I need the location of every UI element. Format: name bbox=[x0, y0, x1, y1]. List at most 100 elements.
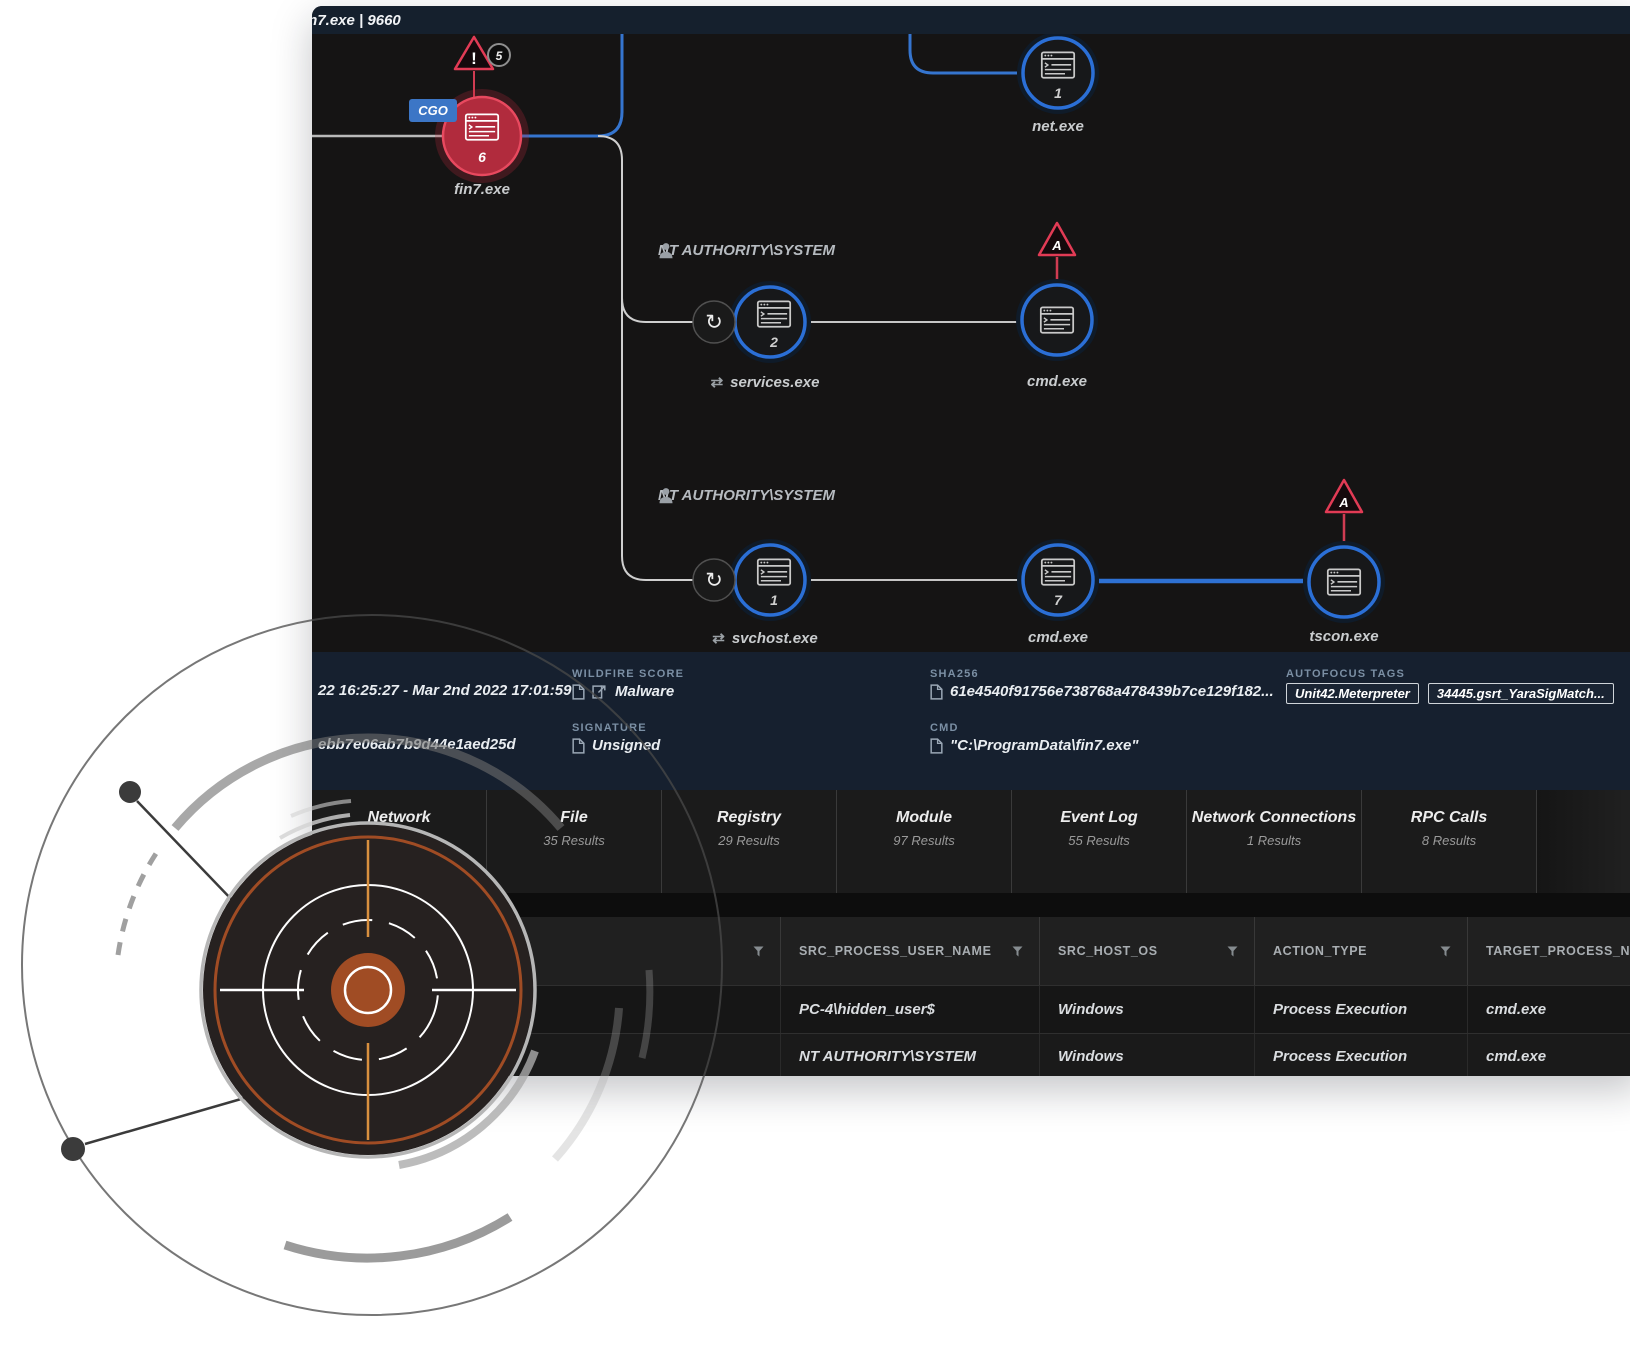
node-label-svchost: ⇄svchost.exe bbox=[712, 629, 817, 647]
cell bbox=[312, 986, 781, 1033]
node-label-services: ⇄services.exe bbox=[711, 373, 820, 391]
cell-target-process-name: cmd.exe bbox=[1468, 1034, 1630, 1076]
user-icon bbox=[658, 242, 674, 259]
wildfire-score-value: Malware bbox=[572, 683, 674, 700]
node-label-fin7: fin7.exe bbox=[454, 181, 510, 198]
signature-value: Unsigned bbox=[572, 737, 660, 754]
tab-event-log[interactable]: Event Log55 Results bbox=[1012, 790, 1187, 893]
process-title: fin7.exe | 9660 bbox=[312, 12, 401, 29]
cmd-value: "C:\ProgramData\fin7.exe" bbox=[930, 737, 1138, 754]
edge-trunk bbox=[598, 136, 694, 580]
cell-src-host-os: Windows bbox=[1040, 986, 1255, 1033]
user-icon bbox=[658, 487, 674, 504]
autofocus-tag[interactable]: Unit42.Meterpreter bbox=[1286, 683, 1419, 704]
alert-tscon[interactable]: A bbox=[1326, 480, 1362, 543]
file-hash: ebb7e06ab7b9d44e1aed25d bbox=[318, 736, 516, 753]
cell-src-host-os: Windows bbox=[1040, 1034, 1255, 1076]
injection-icon: ↻ bbox=[705, 311, 723, 334]
node-label-cmd-upper: cmd.exe bbox=[1027, 373, 1087, 390]
time-range: 22 16:25:27 - Mar 2nd 2022 17:01:59 bbox=[318, 682, 571, 699]
column-header: TARGET_PROCESS_NAME bbox=[1468, 917, 1630, 985]
edge-branch-services bbox=[622, 298, 694, 322]
filter-icon[interactable] bbox=[1227, 946, 1238, 957]
node-count: 1 bbox=[770, 592, 778, 608]
injection-icon: ↻ bbox=[705, 569, 723, 592]
node-cmd-upper[interactable] bbox=[1016, 279, 1098, 361]
alert-count: 5 bbox=[496, 49, 503, 63]
wildfire-score-label: WILDFIRE SCORE bbox=[572, 668, 684, 680]
document-icon bbox=[930, 684, 943, 700]
sync-icon: ⇄ bbox=[712, 629, 725, 647]
left-dashes bbox=[118, 849, 159, 955]
document-icon bbox=[572, 738, 585, 754]
page: fin7.exe | 9660 bbox=[0, 0, 1630, 1345]
cgo-badge-label: CGO bbox=[418, 103, 448, 118]
autofocus-tags: Unit42.Meterpreter 34445.gsrt_YaraSigMat… bbox=[1286, 683, 1614, 704]
injection-badge-services: ↻ bbox=[693, 301, 735, 343]
node-count: 1 bbox=[1054, 85, 1062, 101]
autofocus-tag[interactable]: 34445.gsrt_YaraSigMatch... bbox=[1428, 683, 1614, 704]
tab-file[interactable]: File35 Results bbox=[487, 790, 662, 893]
tabs-table-divider bbox=[312, 893, 1630, 917]
cgo-badge: CGO bbox=[409, 99, 457, 122]
document-icon bbox=[930, 738, 943, 754]
cell-src-process-user-name: NT AUTHORITY\SYSTEM bbox=[781, 1034, 1040, 1076]
column-header: SRC_PROCESS_USER_NAME bbox=[781, 917, 1040, 985]
node-tscon[interactable] bbox=[1303, 541, 1385, 623]
injection-badge-svchost: ↻ bbox=[693, 559, 735, 601]
process-graph[interactable]: ! 5 A A bbox=[312, 34, 1630, 652]
cell-src-process-user-name: PC-4\hidden_user$ bbox=[781, 986, 1040, 1033]
filter-icon[interactable] bbox=[753, 946, 764, 957]
sync-icon: ⇄ bbox=[711, 373, 724, 391]
user-label-row-upper: NT AUTHORITY\SYSTEM bbox=[658, 242, 835, 259]
alert-cmd-upper[interactable]: A bbox=[1039, 223, 1075, 284]
filter-icon[interactable] bbox=[1440, 946, 1451, 957]
node-count: 7 bbox=[1054, 592, 1063, 608]
node-net[interactable]: 1 bbox=[1017, 34, 1099, 114]
tab-registry[interactable]: Registry29 Results bbox=[662, 790, 837, 893]
tab-network-connections[interactable]: Network Connections1 Results bbox=[1187, 790, 1362, 893]
autofocus-tags-label: AUTOFOCUS TAGS bbox=[1286, 668, 1405, 680]
table-header-row: SRC_PROCESS_USER_NAME SRC_HOST_OS ACTION… bbox=[312, 917, 1630, 985]
sha256-value: 61e4540f91756e738768a478439b7ce129f182..… bbox=[930, 683, 1274, 700]
report-export-icon[interactable] bbox=[592, 684, 608, 700]
column-header: SRC_HOST_OS bbox=[1040, 917, 1255, 985]
alert-fin7[interactable]: ! 5 bbox=[455, 37, 510, 97]
edge-to-net bbox=[910, 34, 1017, 73]
node-count: 2 bbox=[769, 334, 778, 350]
node-label-cmd-lower: cmd.exe bbox=[1028, 629, 1088, 646]
cell-target-process-name: cmd.exe bbox=[1468, 986, 1630, 1033]
node-cmd-lower[interactable]: 7 bbox=[1017, 539, 1099, 621]
bottom-arc bbox=[285, 1217, 510, 1258]
node-svchost[interactable]: 1 bbox=[729, 539, 811, 621]
tab-network[interactable]: Network bbox=[312, 790, 487, 893]
node-count: 6 bbox=[478, 149, 486, 165]
filter-icon[interactable] bbox=[1012, 946, 1023, 957]
node-services[interactable]: 2 bbox=[729, 281, 811, 363]
cell bbox=[312, 1034, 781, 1076]
warning-glyph: ! bbox=[471, 49, 477, 68]
edge-fin7-up-blue bbox=[521, 34, 622, 136]
cell-action-type: Process Execution bbox=[1255, 986, 1468, 1033]
node-label-tscon: tscon.exe bbox=[1309, 628, 1378, 645]
result-tabs: Network File35 Results Registry29 Result… bbox=[312, 790, 1630, 893]
table-row[interactable]: PC-4\hidden_user$ Windows Process Execut… bbox=[312, 985, 1630, 1033]
signature-label: SIGNATURE bbox=[572, 722, 647, 734]
callout-pin bbox=[61, 1097, 248, 1161]
alert-glyph: A bbox=[1051, 238, 1061, 253]
cell-action-type: Process Execution bbox=[1255, 1034, 1468, 1076]
cmd-label: CMD bbox=[930, 722, 959, 734]
document-icon bbox=[572, 684, 585, 700]
sha256-label: SHA256 bbox=[930, 668, 979, 680]
tab-rpc-calls[interactable]: RPC Calls8 Results bbox=[1362, 790, 1537, 893]
process-graph-canvas: ! 5 A A bbox=[312, 34, 1630, 652]
table-row[interactable]: NT AUTHORITY\SYSTEM Windows Process Exec… bbox=[312, 1033, 1630, 1076]
app-window: fin7.exe | 9660 bbox=[312, 6, 1630, 1076]
callout-pin bbox=[119, 781, 233, 901]
alert-glyph: A bbox=[1338, 495, 1348, 510]
tab-module[interactable]: Module97 Results bbox=[837, 790, 1012, 893]
results-table: SRC_PROCESS_USER_NAME SRC_HOST_OS ACTION… bbox=[312, 917, 1630, 1076]
node-label-net: net.exe bbox=[1032, 118, 1084, 135]
tabs-overflow bbox=[1537, 790, 1630, 893]
window-header: fin7.exe | 9660 bbox=[312, 6, 1630, 34]
